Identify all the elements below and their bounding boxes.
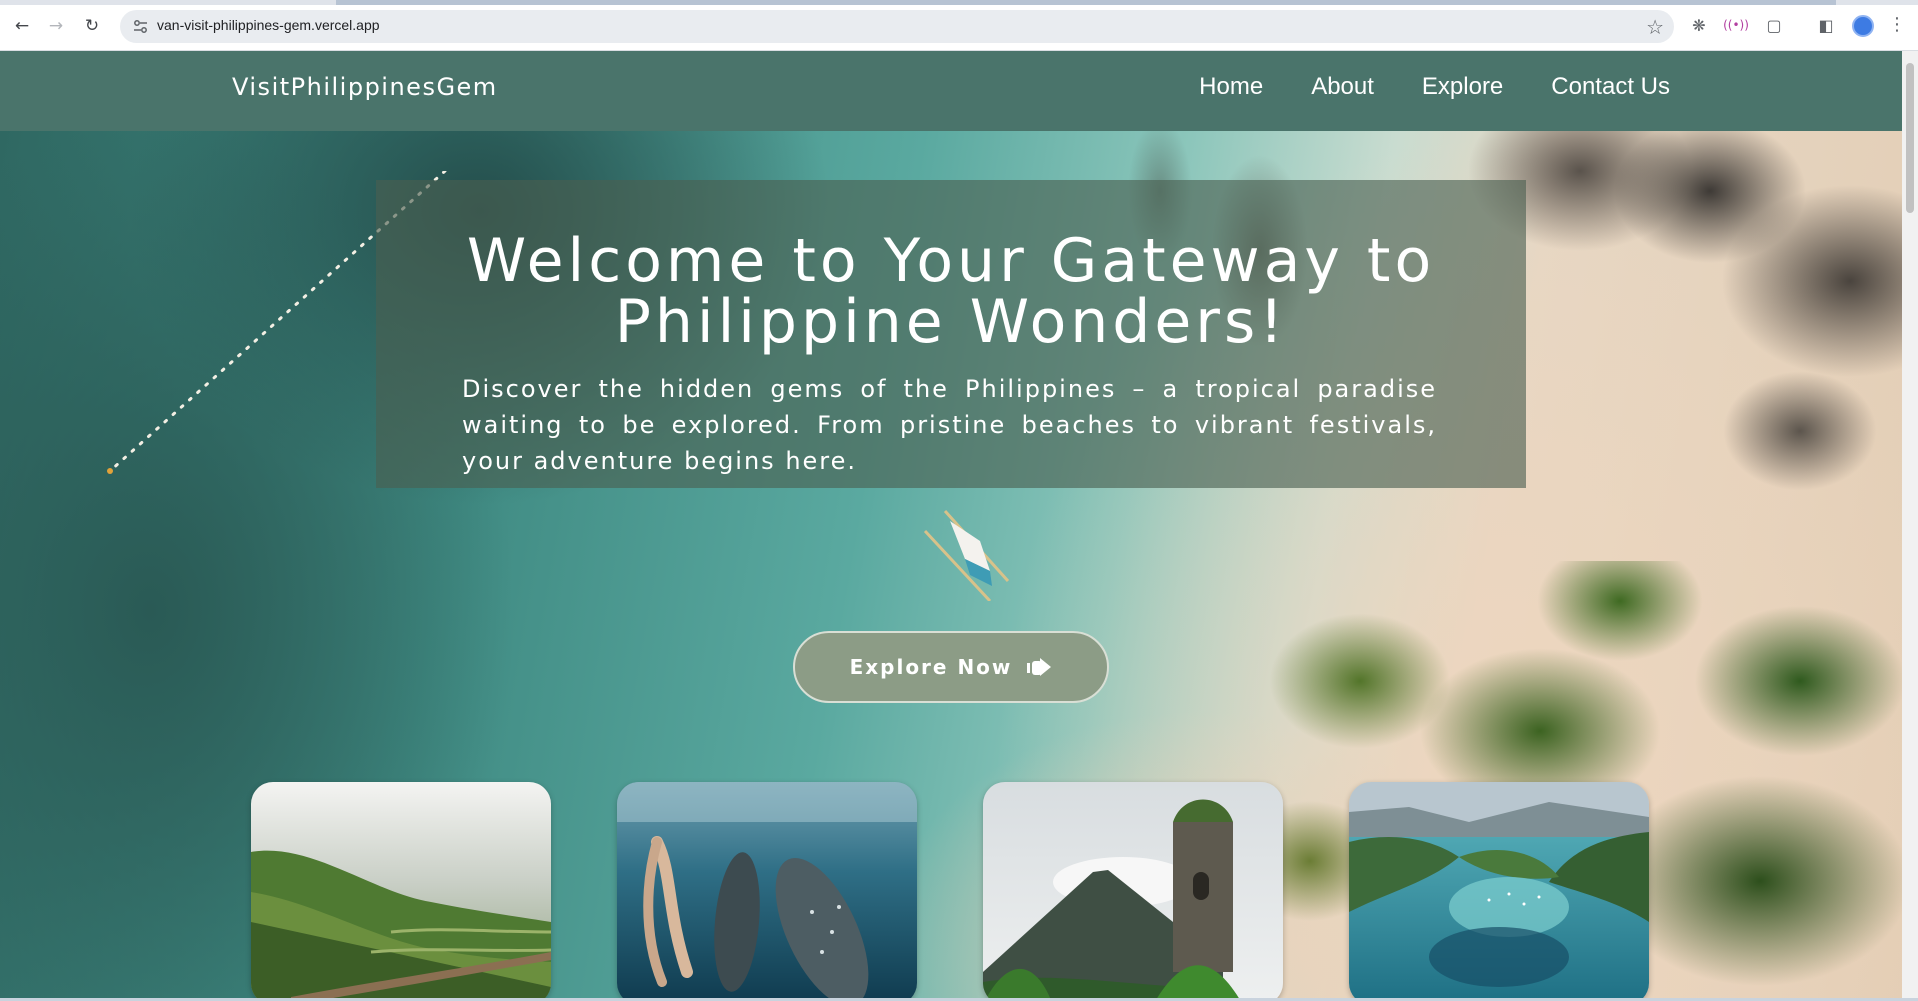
hero-section: Welcome to Your Gateway to Philippine Wo… — [0, 131, 1902, 998]
rice-terraces-image — [251, 782, 551, 998]
profile-avatar-icon[interactable] — [1852, 15, 1874, 37]
forward-icon[interactable]: → — [44, 14, 68, 38]
bug-extension-icon[interactable]: ❋ — [1688, 14, 1710, 36]
tab-strip — [0, 0, 1918, 5]
page-scrollbar[interactable] — [1902, 51, 1918, 998]
nav-explore[interactable]: Explore — [1422, 73, 1503, 101]
nav-home[interactable]: Home — [1199, 73, 1263, 101]
back-icon[interactable]: ← — [10, 14, 34, 38]
nav-about[interactable]: About — [1311, 73, 1374, 101]
explore-now-button[interactable]: Explore Now — [793, 631, 1109, 703]
broadcast-extension-icon[interactable]: ((•)) — [1723, 14, 1749, 36]
whale-shark-swim-image — [617, 782, 917, 998]
bookmark-star-icon[interactable]: ☆ — [1646, 15, 1664, 39]
hero-title: Welcome to Your Gateway to Philippine Wo… — [466, 226, 1436, 357]
el-nido-lagoon-image — [1349, 782, 1649, 998]
nav-contact-us[interactable]: Contact Us — [1551, 73, 1670, 101]
url-text[interactable]: van-visit-philippines-gem.vercel.app — [157, 17, 380, 33]
browser-toolbar: ← → ↻ van-visit-philippines-gem.vercel.a… — [0, 0, 1918, 51]
whale-shark-swim-card[interactable] — [617, 782, 917, 998]
el-nido-lagoon-card[interactable] — [1349, 782, 1649, 998]
mayon-volcano-cagsawa-image — [983, 782, 1283, 998]
extensions-puzzle-icon[interactable]: ▢ — [1763, 14, 1785, 36]
site-info-icon[interactable] — [132, 18, 149, 35]
site-logo[interactable]: VisitPhilippinesGem — [232, 73, 498, 101]
page-viewport: VisitPhilippinesGem Home About Explore C… — [0, 51, 1902, 998]
hand-pointing-right-icon — [1027, 658, 1052, 676]
side-panel-icon[interactable]: ◧ — [1815, 14, 1837, 36]
active-tab-indicator — [336, 0, 1836, 5]
browser-menu-icon[interactable]: ⋮ — [1888, 14, 1906, 35]
hero-subtitle: Discover the hidden gems of the Philippi… — [462, 375, 1437, 475]
mayon-volcano-cagsawa-card[interactable] — [983, 782, 1283, 998]
rice-terraces-card[interactable] — [251, 782, 551, 998]
explore-now-label: Explore Now — [849, 655, 1013, 679]
reload-icon[interactable]: ↻ — [80, 14, 104, 38]
outrigger-boat-graphic — [923, 509, 1010, 601]
site-header: VisitPhilippinesGem Home About Explore C… — [0, 51, 1902, 131]
address-bar[interactable]: van-visit-philippines-gem.vercel.app ☆ — [120, 10, 1674, 43]
scrollbar-thumb[interactable] — [1906, 63, 1914, 213]
main-nav: Home About Explore Contact Us — [1199, 73, 1670, 101]
